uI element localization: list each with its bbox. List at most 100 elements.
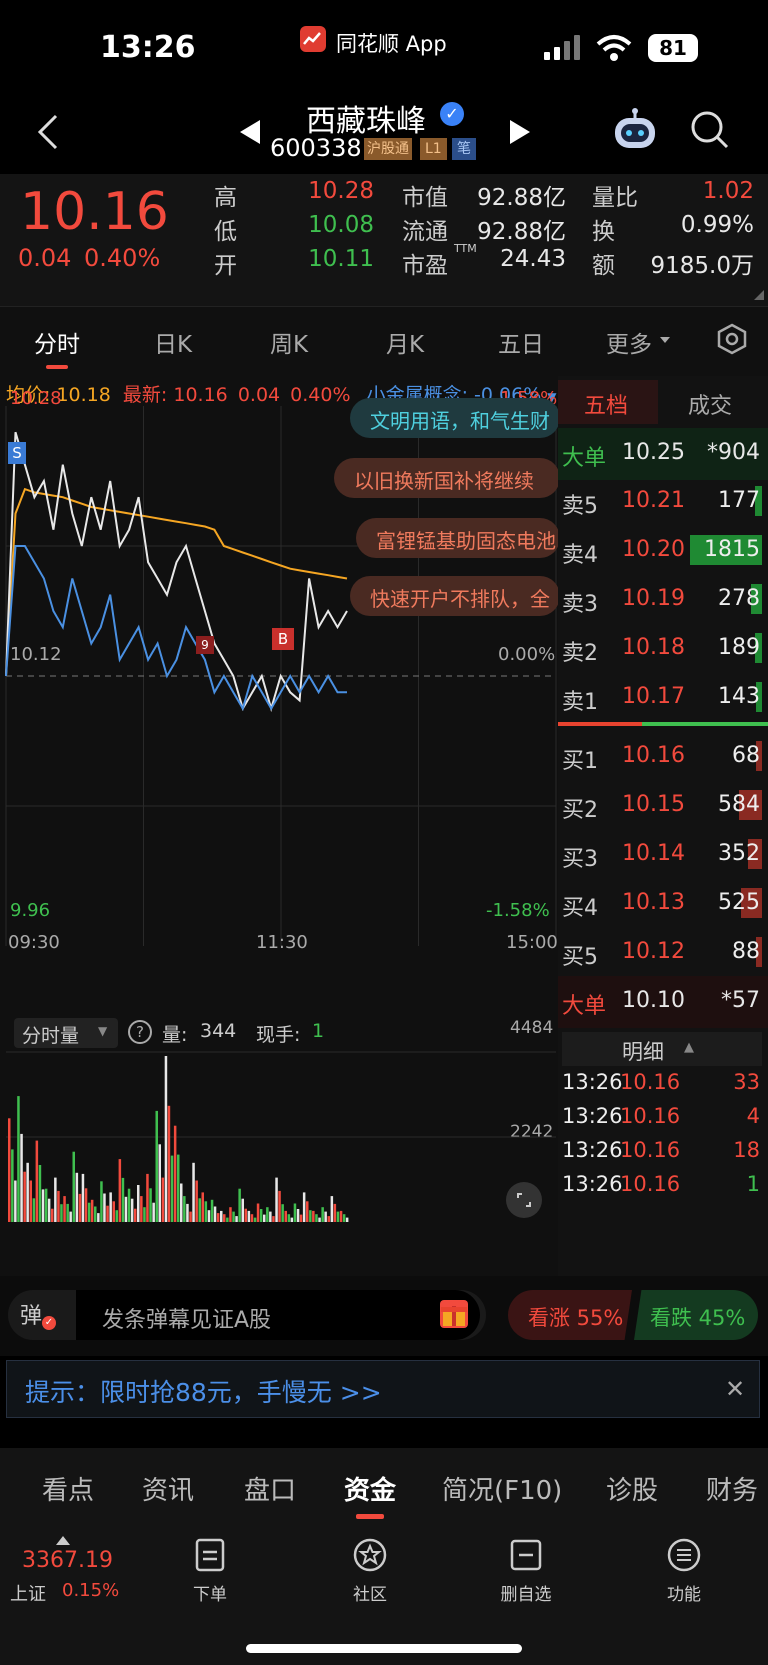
gift-icon[interactable]	[440, 1300, 468, 1328]
status-time: 13:26	[100, 30, 196, 65]
tab-trades[interactable]: 成交	[688, 388, 732, 420]
bullish-vote-button[interactable]: 看涨 55%	[508, 1290, 632, 1340]
index-value[interactable]: 3367.19	[22, 1548, 113, 1573]
tab-more[interactable]: 更多	[606, 325, 652, 359]
close-icon[interactable]: ✕	[725, 1375, 745, 1403]
nav-functions[interactable]: 功能	[634, 1538, 734, 1605]
volume-bar	[336, 1211, 340, 1222]
ask-row-2[interactable]: 卖4 10.20 1815	[558, 525, 768, 577]
danmu-input[interactable]: 发条弹幕见证A股	[102, 1302, 271, 1334]
volume-bar	[213, 1206, 217, 1222]
ask-row-4[interactable]: 卖2 10.18 189	[558, 623, 768, 675]
ask-label: 卖3	[562, 592, 598, 617]
back-icon[interactable]	[36, 112, 60, 156]
volume-bar	[38, 1165, 42, 1222]
bearish-vote-button[interactable]: 看跌 45%	[634, 1290, 758, 1340]
volume-bar	[69, 1211, 72, 1222]
bid-row-2[interactable]: 买2 10.15 584	[558, 780, 768, 832]
search-icon[interactable]	[690, 110, 730, 154]
big-sell-row: 大单 10.25 *904	[558, 428, 768, 480]
fullscreen-icon[interactable]	[506, 1182, 542, 1218]
volume-bar	[342, 1214, 346, 1222]
tab-capital[interactable]: 资金	[344, 1470, 396, 1507]
sell-marker[interactable]: S	[8, 442, 26, 464]
volume-bar	[41, 1189, 45, 1222]
tab-diagnosis[interactable]: 诊股	[606, 1470, 658, 1507]
bid-row-5[interactable]: 买5 10.12 88	[558, 927, 768, 979]
tab-market-depth[interactable]: 盘口	[244, 1470, 296, 1507]
tab-f10-profile[interactable]: 简况(F10)	[442, 1470, 562, 1507]
volume-bar	[84, 1188, 88, 1222]
volume-bar	[284, 1210, 287, 1222]
volume-bar	[220, 1210, 223, 1222]
volume-bar	[44, 1188, 48, 1222]
tab-financials[interactable]: 财务	[706, 1470, 758, 1507]
avg-value: 10.18	[56, 384, 111, 406]
volume-bar	[226, 1217, 229, 1222]
latest-label: 最新:	[122, 384, 168, 406]
volume-bar	[118, 1159, 122, 1222]
nav-remove-watchlist[interactable]: 删自选	[476, 1538, 576, 1605]
volume-bar	[296, 1209, 300, 1222]
ai-assistant-icon[interactable]	[612, 108, 658, 156]
expand-corner-icon[interactable]	[754, 290, 764, 300]
tab-daily-k[interactable]: 日K	[154, 325, 192, 359]
tab-weekly-k[interactable]: 周K	[270, 325, 308, 359]
news-bubble-3[interactable]: 富锂锰基助固态电池	[356, 518, 560, 558]
volume-bar	[330, 1196, 334, 1222]
danmu-input-wrap[interactable]: 弹 ✓ 发条弹幕见证A股	[8, 1290, 486, 1340]
badge-l1: L1	[420, 138, 447, 160]
volume-bar	[146, 1173, 149, 1222]
danmu-toggle-icon[interactable]: 弹 ✓	[20, 1298, 60, 1334]
news-bubble-1[interactable]: 文明用语，和气生财	[350, 398, 560, 438]
ask-vol: 278	[718, 586, 760, 611]
nav-community[interactable]: 社区	[320, 1538, 420, 1605]
tick-vol: 33	[733, 1070, 760, 1094]
prev-stock-icon[interactable]	[240, 120, 260, 148]
volume-selector[interactable]: 分时量 ▼	[14, 1018, 118, 1048]
stat-turnover-label: 换	[592, 219, 615, 245]
nav-community-label: 社区	[353, 1585, 387, 1605]
buy-marker[interactable]: B	[272, 628, 294, 650]
volume-bar	[192, 1162, 195, 1222]
ask-price: 10.17	[622, 684, 685, 709]
bid-row-4[interactable]: 买4 10.13 525	[558, 878, 768, 930]
volume-bar	[164, 1056, 168, 1222]
tick-time: 13:26	[562, 1070, 623, 1094]
bid-row-1[interactable]: 买1 10.16 68	[558, 731, 768, 783]
latest-pct: 0.40%	[290, 384, 351, 406]
volume-bar	[299, 1214, 303, 1222]
news-bubble-4[interactable]: 快速开户不排队，全	[350, 576, 560, 616]
time-axis-mid: 11:30	[256, 932, 308, 953]
promo-tip[interactable]: 提示：限时抢88元，手慢无 >> ✕	[6, 1360, 760, 1418]
volume-bar	[287, 1214, 291, 1222]
volume-bar	[333, 1203, 337, 1222]
volume-bar	[269, 1211, 272, 1222]
tab-five-day[interactable]: 五日	[498, 325, 544, 359]
volume-bar	[54, 1177, 57, 1222]
stats-col-1: 高 10.28 低 10.08 开 10.11	[214, 178, 374, 298]
bid-row-3[interactable]: 买3 10.14 352	[558, 829, 768, 881]
tab-five-level[interactable]: 五档	[558, 380, 658, 424]
news-bubble-2[interactable]: 以旧换新国补将继续	[334, 458, 560, 498]
volume-bar	[23, 1171, 26, 1222]
volume-bar	[152, 1202, 155, 1222]
tab-intraday[interactable]: 分时	[34, 325, 80, 359]
battery-icon: 81	[648, 34, 698, 62]
volume-bar	[235, 1216, 238, 1222]
help-icon[interactable]: ?	[128, 1020, 152, 1044]
ask-row-1[interactable]: 卖5 10.21 177	[558, 476, 768, 528]
tab-news[interactable]: 资讯	[142, 1470, 194, 1507]
next-stock-icon[interactable]	[510, 120, 530, 148]
tick-time: 13:26	[562, 1138, 623, 1162]
settings-hexagon-icon[interactable]	[716, 323, 748, 359]
promo-tip-text[interactable]: 提示：限时抢88元，手慢无 >>	[25, 1373, 382, 1409]
tab-highlights[interactable]: 看点	[42, 1470, 94, 1507]
detail-toggle[interactable]: 明细 ▲	[562, 1032, 762, 1066]
ask-row-3[interactable]: 卖3 10.19 278	[558, 574, 768, 626]
ask-row-5[interactable]: 卖1 10.17 143	[558, 672, 768, 724]
bid-label: 买2	[562, 798, 598, 823]
nav-order[interactable]: 下单	[160, 1538, 260, 1605]
volume-bar	[207, 1210, 211, 1222]
tab-monthly-k[interactable]: 月K	[386, 325, 424, 359]
